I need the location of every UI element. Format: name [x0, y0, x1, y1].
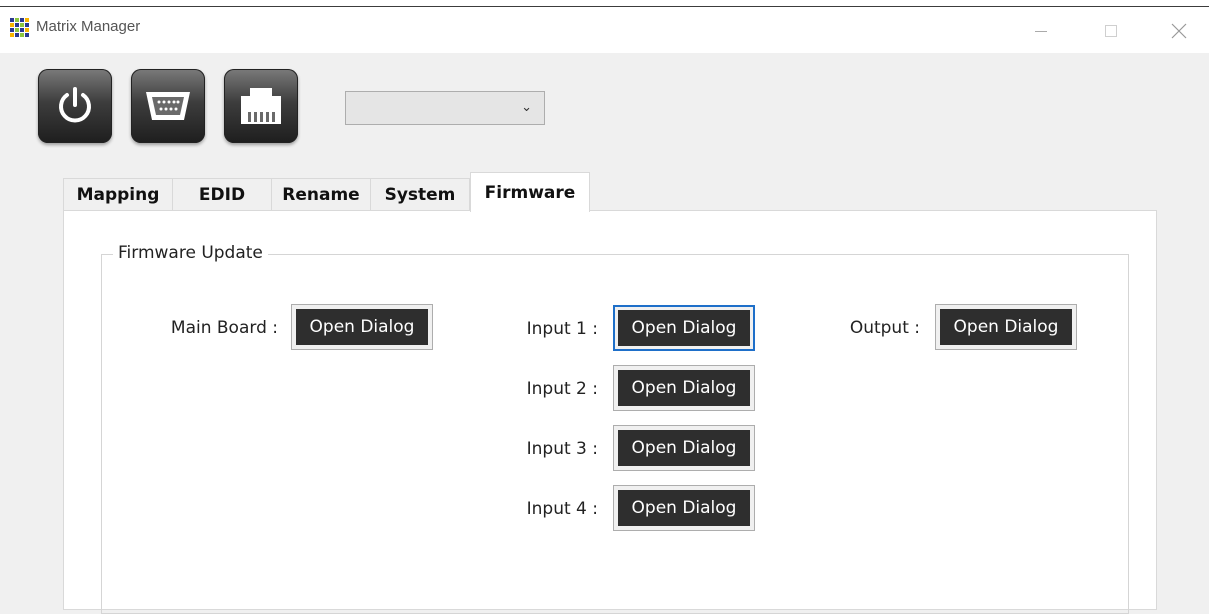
input-2-open-dialog-button[interactable]: Open Dialog: [613, 365, 755, 411]
power-icon: [59, 87, 91, 123]
tab-edid[interactable]: EDID: [172, 178, 272, 211]
serial-connection-button[interactable]: [131, 69, 205, 143]
button-label: Open Dialog: [618, 370, 750, 406]
input-1-open-dialog-button[interactable]: Open Dialog: [613, 305, 755, 351]
button-label: Open Dialog: [940, 309, 1072, 345]
input-4-open-dialog-button[interactable]: Open Dialog: [613, 485, 755, 531]
input-2-label: Input 2 :: [526, 379, 598, 399]
close-button[interactable]: [1156, 10, 1202, 52]
serial-port-icon: [146, 92, 190, 120]
maximize-icon: [1105, 25, 1117, 37]
input-3-label: Input 3 :: [526, 439, 598, 459]
button-label: Open Dialog: [296, 309, 428, 345]
network-connection-button[interactable]: [224, 69, 298, 143]
group-title: Firmware Update: [113, 243, 268, 263]
port-select-dropdown[interactable]: ⌄: [345, 91, 545, 125]
main-board-open-dialog-button[interactable]: Open Dialog: [291, 304, 433, 350]
tab-mapping[interactable]: Mapping: [63, 178, 173, 211]
main-board-label: Main Board :: [170, 318, 278, 338]
button-label: Open Dialog: [618, 430, 750, 466]
input-4-label: Input 4 :: [526, 499, 598, 519]
minimize-button[interactable]: [1018, 10, 1064, 52]
input-1-label: Input 1 :: [526, 319, 598, 339]
ethernet-port-icon: [241, 88, 281, 124]
tab-firmware[interactable]: Firmware: [470, 172, 590, 212]
power-button[interactable]: [38, 69, 112, 143]
tab-system[interactable]: System: [370, 178, 470, 211]
output-open-dialog-button[interactable]: Open Dialog: [935, 304, 1077, 350]
close-icon: [1171, 23, 1187, 39]
minimize-icon: [1035, 30, 1047, 32]
window-title: Matrix Manager: [36, 18, 141, 35]
tab-rename[interactable]: Rename: [271, 178, 371, 211]
button-label: Open Dialog: [618, 490, 750, 526]
button-label: Open Dialog: [618, 310, 750, 346]
chevron-down-icon: ⌄: [521, 99, 532, 114]
app-icon: [10, 18, 30, 38]
maximize-button[interactable]: [1088, 10, 1134, 52]
input-3-open-dialog-button[interactable]: Open Dialog: [613, 425, 755, 471]
output-label: Output :: [849, 318, 920, 338]
